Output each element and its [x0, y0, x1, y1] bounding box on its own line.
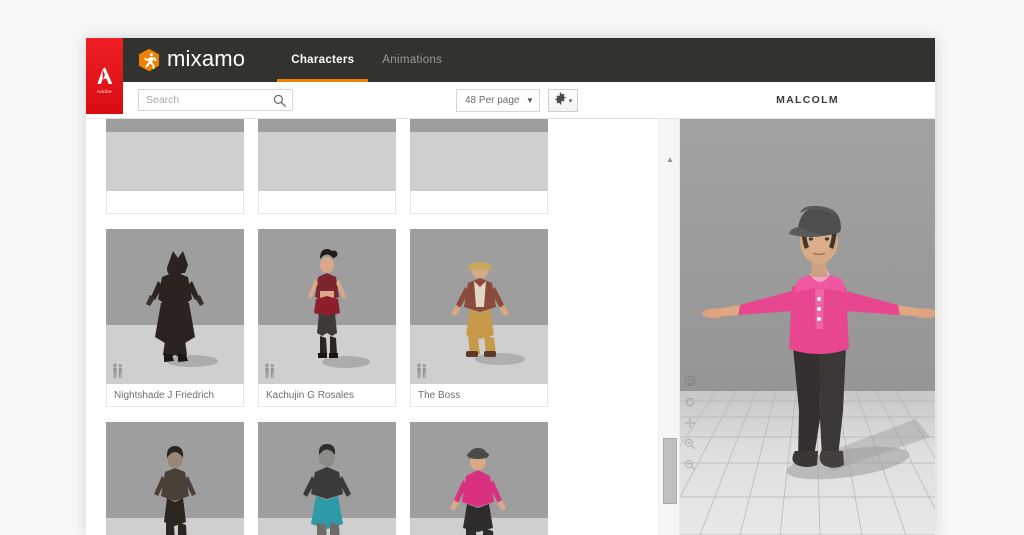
- reset-view-icon[interactable]: [684, 395, 696, 407]
- character-card-label: The Boss: [410, 384, 548, 407]
- character-card[interactable]: [410, 119, 548, 214]
- character-card-malcolm[interactable]: Malcolm: [410, 422, 548, 535]
- character-thumbnail: [106, 119, 244, 191]
- character-card[interactable]: [258, 119, 396, 214]
- results-scrollbar[interactable]: ▲: [658, 119, 680, 535]
- grid-row: Erika Archer: [106, 422, 576, 535]
- character-figure: [146, 251, 218, 367]
- grid-row: [106, 119, 576, 214]
- character-card[interactable]: [106, 119, 244, 214]
- scale-reference-icon: [417, 363, 426, 379]
- zoom-out-icon[interactable]: [684, 458, 696, 471]
- character-card-mortimer[interactable]: Mortimer: [258, 422, 396, 535]
- character-card-label: Kachujin G Rosales: [258, 384, 396, 407]
- character-card-label: Nightshade J Friedrich: [106, 384, 244, 407]
- pan-move-icon[interactable]: [684, 416, 696, 429]
- grid-row: Nightshade J Friedrich Kachujin G Rosale…: [106, 229, 576, 407]
- character-results-grid[interactable]: Nightshade J Friedrich Kachujin G Rosale…: [86, 119, 597, 535]
- character-card-the-boss[interactable]: The Boss: [410, 229, 548, 407]
- character-thumbnail: [410, 422, 548, 535]
- character-card-nightshade[interactable]: Nightshade J Friedrich: [106, 229, 244, 407]
- scale-reference-icon: [113, 363, 122, 379]
- scale-reference-icon: [265, 363, 274, 379]
- character-figure: [451, 262, 525, 365]
- search-field-wrapper[interactable]: [138, 89, 293, 111]
- top-navigation-bar: mixamo Characters Animations: [86, 38, 935, 82]
- nav-tabs: Characters Animations: [277, 38, 456, 82]
- adobe-logo-badge: Adobe: [86, 38, 123, 114]
- character-model-malcolm[interactable]: [680, 119, 935, 535]
- zoom-in-icon[interactable]: [684, 437, 696, 450]
- adobe-wordmark: Adobe: [96, 88, 112, 94]
- character-card-label: [258, 191, 396, 214]
- per-page-select[interactable]: 48 Per page ▼: [456, 89, 540, 112]
- viewer-character-title: MALCOLM: [776, 94, 839, 106]
- rotate-orbit-icon[interactable]: [684, 374, 696, 386]
- adobe-a-logo-icon: [94, 65, 116, 86]
- settings-gear-button[interactable]: ▾: [548, 89, 578, 112]
- character-card-erika-archer[interactable]: Erika Archer: [106, 422, 244, 535]
- character-figure: [450, 448, 506, 535]
- gear-icon: [554, 92, 567, 110]
- search-input[interactable]: [139, 90, 259, 110]
- per-page-label: 48 Per page: [465, 95, 520, 106]
- brand-wordmark: mixamo: [167, 46, 246, 71]
- scrollbar-thumb[interactable]: [663, 438, 677, 504]
- character-figure: [308, 249, 370, 368]
- character-thumbnail: [106, 229, 244, 384]
- page-root: mixamo Characters Animations 48 Per page: [0, 0, 1024, 535]
- character-figure: [154, 446, 196, 535]
- character-figure: [303, 444, 351, 535]
- character-thumbnail: [258, 119, 396, 191]
- tab-animations[interactable]: Animations: [368, 38, 456, 82]
- character-thumbnail: [410, 229, 548, 384]
- character-card-label: [106, 191, 244, 214]
- mixamo-hexagon-runner-icon: [138, 48, 160, 72]
- scroll-up-arrow-icon[interactable]: ▲: [659, 151, 681, 167]
- viewer-header: MALCOLM: [680, 82, 935, 119]
- character-card-label: [410, 191, 548, 214]
- character-thumbnail: [106, 422, 244, 535]
- character-thumbnail: [410, 119, 548, 191]
- character-thumbnail: [258, 229, 396, 384]
- brand-lockup: mixamo: [138, 38, 245, 82]
- chevron-down-icon: ▾: [568, 97, 573, 105]
- search-icon[interactable]: [273, 94, 286, 107]
- viewport-tool-rail: [682, 374, 698, 471]
- character-3d-viewport[interactable]: [680, 119, 935, 535]
- tab-characters[interactable]: Characters: [277, 38, 369, 82]
- character-card-kachujin[interactable]: Kachujin G Rosales: [258, 229, 396, 407]
- mixamo-app-window: mixamo Characters Animations 48 Per page: [86, 38, 935, 535]
- chevron-down-icon: ▼: [526, 96, 534, 105]
- grid-viewer-gap: [597, 119, 658, 535]
- grid-inner: Nightshade J Friedrich Kachujin G Rosale…: [106, 119, 576, 535]
- character-thumbnail: [258, 422, 396, 535]
